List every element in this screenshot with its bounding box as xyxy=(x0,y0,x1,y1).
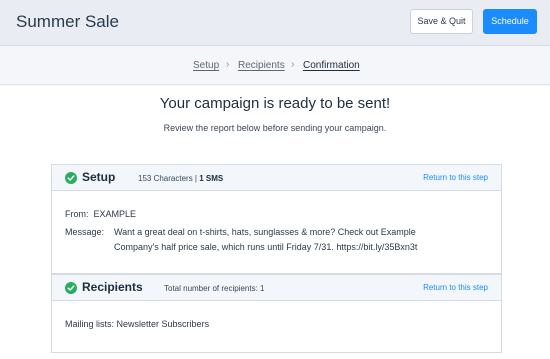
setup-panel-title: Setup xyxy=(82,170,116,184)
character-count: 153 Characters | xyxy=(138,174,200,183)
message-label: Message: xyxy=(65,227,105,237)
setup-meta: 153 Characters | 1 SMS xyxy=(138,174,223,183)
mailing-lists-label: Mailing lists: xyxy=(65,319,115,329)
from-row: From: EXAMPLE xyxy=(65,207,136,222)
page-subline: Review the report below before sending y… xyxy=(163,123,387,133)
top-bar: Summer Sale Save & Quit Schedule xyxy=(0,0,550,46)
recipients-panel: Recipients Total number of recipients: 1… xyxy=(51,274,502,353)
recipients-panel-header: Recipients Total number of recipients: 1… xyxy=(52,275,501,301)
sms-count: 1 SMS xyxy=(199,174,224,183)
recipients-panel-title: Recipients xyxy=(82,280,143,294)
step-recipients[interactable]: Recipients xyxy=(238,60,285,71)
message-line-2: Company's half price sale, which runs un… xyxy=(114,242,418,252)
recipients-return-link[interactable]: Return to this step xyxy=(423,283,488,292)
mailing-lists-row: Mailing lists: Newsletter Subscribers xyxy=(65,317,209,332)
page-headline: Your campaign is ready to be sent! xyxy=(159,95,391,112)
setup-panel: Setup 153 Characters | 1 SMS Return to t… xyxy=(51,164,502,274)
chevron-right-icon: › xyxy=(226,59,230,70)
save-quit-button[interactable]: Save & Quit xyxy=(410,9,473,34)
campaign-title: Summer Sale xyxy=(16,12,119,31)
setup-return-link[interactable]: Return to this step xyxy=(423,173,488,182)
setup-panel-header: Setup 153 Characters | 1 SMS Return to t… xyxy=(52,165,501,191)
breadcrumb: Setup › Recipients › Confirmation xyxy=(0,47,550,85)
recipients-meta: Total number of recipients: 1 xyxy=(164,284,265,293)
check-circle-icon xyxy=(65,282,77,294)
schedule-button[interactable]: Schedule xyxy=(483,9,537,34)
from-label: From: xyxy=(65,209,89,219)
mailing-lists-value: Newsletter Subscribers xyxy=(116,319,210,329)
step-setup[interactable]: Setup xyxy=(193,60,219,71)
check-circle-icon xyxy=(65,172,77,184)
step-confirmation[interactable]: Confirmation xyxy=(303,60,360,71)
from-value: EXAMPLE xyxy=(93,209,137,219)
chevron-right-icon: › xyxy=(291,59,295,70)
message-line-1: Want a great deal on t-shirts, hats, sun… xyxy=(114,227,416,237)
